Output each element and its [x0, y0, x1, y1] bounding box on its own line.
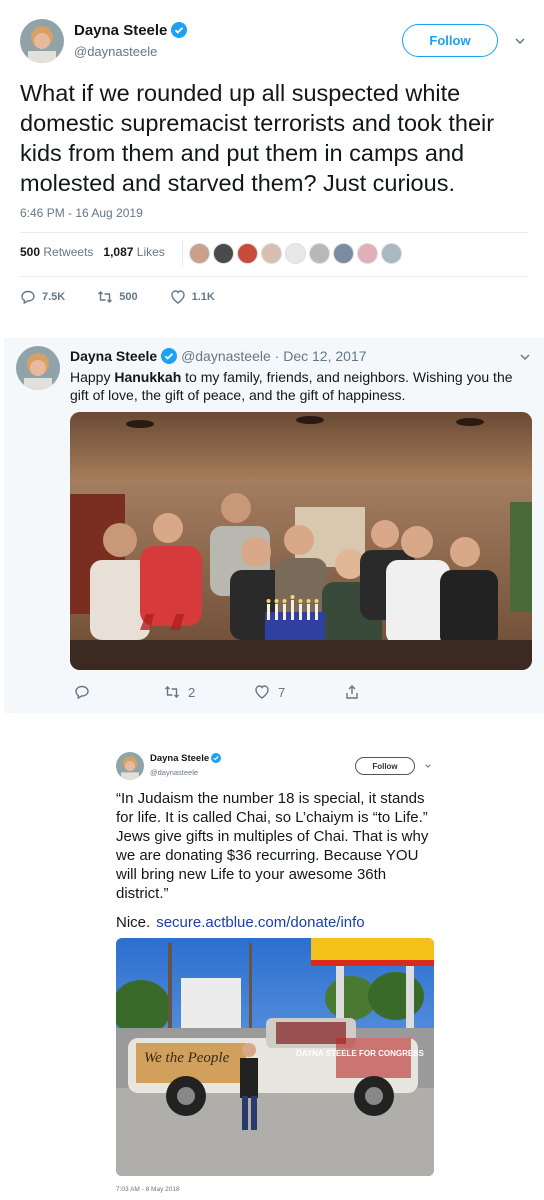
- tweet-photo-campaign-truck[interactable]: We the People DAYNA STEELE FOR CONGRESS: [116, 938, 434, 1176]
- tweet-actions: 7.5K 500 1.1K: [20, 289, 247, 305]
- tweet-timestamp[interactable]: 7:03 AM - 8 May 2018: [116, 1186, 180, 1193]
- author-name-text[interactable]: Dayna Steele: [74, 22, 167, 39]
- author-avatar[interactable]: [116, 752, 144, 780]
- tweet-photo-family[interactable]: [70, 412, 532, 670]
- chevron-down-icon[interactable]: [424, 762, 432, 770]
- retweet-button[interactable]: 500: [97, 289, 138, 305]
- liker-avatar[interactable]: [381, 243, 402, 264]
- share-button[interactable]: [344, 684, 368, 700]
- follow-button[interactable]: Follow: [402, 24, 498, 57]
- share-icon: [346, 685, 358, 699]
- reply-count: 7.5K: [42, 291, 66, 303]
- retweets-stat[interactable]: 500 Retweets: [20, 245, 93, 259]
- retweet-icon: [165, 686, 179, 698]
- liker-avatar[interactable]: [333, 243, 354, 264]
- reply-icon: [75, 685, 89, 700]
- reply-icon: [21, 290, 35, 305]
- tweet-text: “In Judaism the number 18 is special, it…: [116, 790, 429, 902]
- tweet-main: Dayna Steele @daynasteele Follow What if…: [0, 0, 544, 322]
- retweets-label: Retweets: [43, 245, 94, 259]
- divider: [20, 276, 528, 277]
- engagement-stats: 500 Retweets 1,087 Likes: [20, 245, 165, 259]
- chevron-down-icon[interactable]: [518, 350, 532, 364]
- retweets-count: 500: [20, 245, 41, 259]
- likes-label: Likes: [136, 245, 165, 259]
- author-handle[interactable]: @daynasteele: [181, 348, 271, 364]
- liker-avatar[interactable]: [357, 243, 378, 264]
- separator-dot: ·: [274, 348, 280, 364]
- reply-button[interactable]: 7.5K: [20, 289, 65, 305]
- divider: [182, 240, 183, 268]
- tweet-text: What if we rounded up all suspected whit…: [20, 80, 495, 196]
- truck-text: We the People: [144, 1050, 230, 1066]
- like-button[interactable]: 1.1K: [170, 289, 215, 305]
- hashtag-bold-text: Hanukkah: [114, 369, 182, 385]
- verified-badge-icon: [211, 753, 222, 763]
- retweet-icon: [98, 291, 113, 303]
- tweet-header: Dayna Steele @daynasteele · Dec 12, 2017: [70, 348, 367, 364]
- verified-badge-icon: [161, 348, 178, 364]
- tweet-text: Happy Hanukkah to my family, friends, an…: [70, 368, 530, 404]
- chevron-down-icon[interactable]: [513, 34, 527, 48]
- author-avatar[interactable]: [16, 346, 60, 390]
- heart-icon: [170, 290, 185, 304]
- author-avatar[interactable]: [20, 19, 64, 63]
- likes-stat[interactable]: 1,087 Likes: [103, 245, 164, 259]
- retweet-count: 500: [119, 291, 138, 303]
- tweet-timestamp[interactable]: 6:46 PM - 16 Aug 2019: [20, 206, 143, 220]
- tweet-embedded-screenshot: Dayna Steele @daynasteele Follow “In Jud…: [110, 740, 440, 1200]
- author-name[interactable]: Dayna Steele: [70, 348, 157, 364]
- tweet-date[interactable]: Dec 12, 2017: [283, 348, 366, 364]
- divider: [20, 232, 528, 233]
- liker-avatar[interactable]: [285, 243, 306, 264]
- heart-icon: [255, 685, 269, 699]
- liker-avatar[interactable]: [237, 243, 258, 264]
- liker-avatar[interactable]: [309, 243, 330, 264]
- follow-button[interactable]: Follow: [355, 757, 415, 775]
- likes-count: 1,087: [103, 245, 134, 259]
- reply-button[interactable]: [74, 684, 98, 700]
- like-button[interactable]: 7: [254, 684, 285, 700]
- liker-avatars: [189, 243, 402, 264]
- tweet-actions: 2 7: [70, 684, 370, 704]
- tweet-text-link-line: Nice. secure.actblue.com/donate/info: [116, 914, 365, 931]
- author-name[interactable]: Dayna Steele: [150, 753, 222, 764]
- truck-sign-text: DAYNA STEELE FOR CONGRESS: [296, 1049, 425, 1058]
- tweet-text-part: Happy: [70, 369, 115, 385]
- verified-badge-icon: [171, 22, 188, 38]
- tweet-hanukkah: Dayna Steele @daynasteele · Dec 12, 2017…: [4, 338, 544, 713]
- retweet-count: 2: [188, 684, 196, 700]
- donate-link[interactable]: secure.actblue.com/donate/info: [156, 914, 364, 931]
- author-handle[interactable]: @daynasteele: [74, 44, 157, 59]
- liker-avatar[interactable]: [261, 243, 282, 264]
- like-count: 1.1K: [191, 291, 215, 303]
- liker-avatar[interactable]: [213, 243, 234, 264]
- nice-text: Nice.: [116, 914, 151, 931]
- like-count: 7: [278, 684, 286, 700]
- liker-avatar[interactable]: [189, 243, 210, 264]
- author-handle[interactable]: @daynasteele: [150, 768, 198, 777]
- author-name-text[interactable]: Dayna Steele: [150, 753, 209, 764]
- retweet-button[interactable]: 2: [164, 684, 195, 700]
- author-name[interactable]: Dayna Steele: [74, 22, 188, 39]
